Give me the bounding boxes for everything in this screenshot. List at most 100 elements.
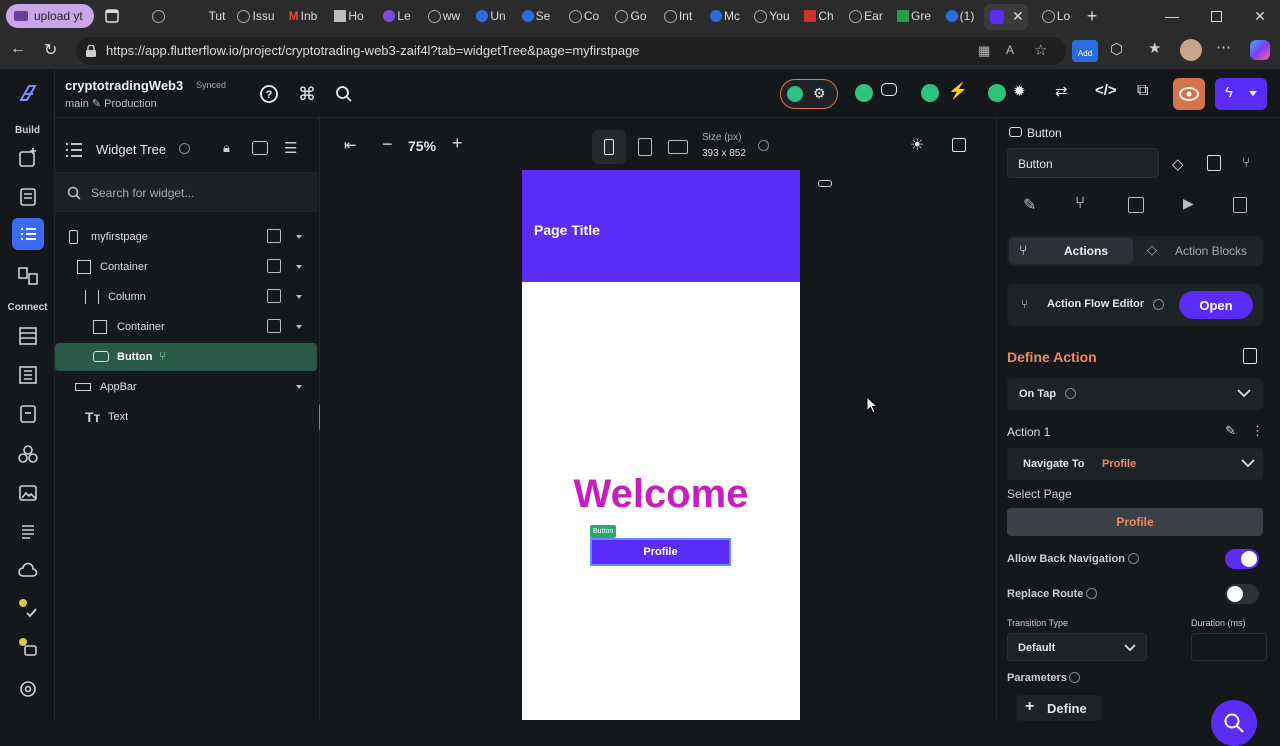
tab-active-flutterflow[interactable]: ✕: [984, 4, 1028, 30]
share-icon[interactable]: ⇄: [1055, 82, 1068, 100]
api-icon[interactable]: [17, 364, 39, 386]
tab-2[interactable]: M Inb: [283, 5, 323, 27]
external-link-icon[interactable]: ⧉: [1137, 82, 1148, 100]
add-child-icon[interactable]: [267, 229, 283, 245]
theme-icon[interactable]: [17, 443, 39, 465]
tab-action-blocks[interactable]: Action Blocks: [1175, 244, 1247, 258]
zoom-level[interactable]: 75%: [408, 138, 436, 154]
desktop-icon[interactable]: [668, 140, 688, 154]
media-icon[interactable]: [17, 482, 39, 504]
zoom-in-button[interactable]: +: [452, 133, 463, 154]
info-icon[interactable]: [1128, 553, 1139, 564]
tablet-icon[interactable]: [638, 138, 652, 156]
device-phone-button[interactable]: [592, 130, 626, 164]
tab-1[interactable]: Issu: [236, 5, 276, 27]
close-window-button[interactable]: ✕: [1248, 5, 1272, 27]
copilot-icon[interactable]: [1250, 40, 1270, 60]
widget-name-field[interactable]: Button: [1007, 148, 1159, 178]
size-value[interactable]: 393 x 852: [702, 148, 746, 159]
filter-icon[interactable]: ☰: [284, 139, 297, 157]
tab-actions-icon[interactable]: [100, 5, 124, 27]
tab-6[interactable]: Un: [470, 5, 512, 27]
lightning-icon[interactable]: ⚡: [948, 81, 968, 101]
open-button[interactable]: Open: [1179, 291, 1253, 319]
caret-down-icon[interactable]: [296, 235, 302, 239]
page-title[interactable]: Page Title: [534, 222, 600, 238]
lock-icon[interactable]: 🔒︎: [223, 140, 230, 156]
define-parameters-button[interactable]: + Define: [1017, 695, 1101, 721]
help-button[interactable]: ?: [255, 80, 283, 108]
favorites-icon[interactable]: ★: [1148, 39, 1161, 57]
tab-14[interactable]: Ear: [844, 5, 888, 27]
storyboard-icon[interactable]: [17, 265, 39, 287]
tab-9[interactable]: Go: [610, 5, 652, 27]
custom-code-icon[interactable]: [17, 521, 39, 543]
info-icon[interactable]: [1069, 672, 1080, 683]
avatar[interactable]: [1180, 39, 1202, 61]
caret-down-icon[interactable]: [296, 265, 302, 269]
tab-0[interactable]: Tut: [198, 5, 234, 27]
replace-route-toggle[interactable]: [1225, 584, 1259, 604]
select-page-dropdown[interactable]: Profile: [1007, 508, 1263, 536]
gem-icon[interactable]: ◇: [1172, 155, 1184, 173]
chat-icon[interactable]: [881, 83, 899, 101]
code-icon[interactable]: </>: [1095, 82, 1117, 99]
flows-toggle[interactable]: ⚙: [780, 79, 838, 109]
caret-down-icon[interactable]: [296, 325, 302, 329]
add-child-icon[interactable]: [267, 319, 283, 335]
project-name[interactable]: cryptotradingWeb3: [65, 78, 183, 93]
branch-label[interactable]: main ✎ Production: [65, 97, 157, 110]
database-icon[interactable]: [17, 325, 39, 347]
properties-tab-icon[interactable]: ✎: [1023, 195, 1036, 215]
welcome-text[interactable]: Welcome: [522, 472, 800, 517]
tab-7[interactable]: Se: [516, 5, 556, 27]
url-field[interactable]: https://app.flutterflow.io/project/crypt…: [76, 37, 1066, 65]
tab-upload-yt[interactable]: upload yt: [6, 4, 94, 28]
tree-node-myfirstpage[interactable]: myfirstpage: [55, 223, 317, 251]
docs-icon[interactable]: [1233, 197, 1247, 213]
tab-18[interactable]: Lo: [1034, 5, 1078, 27]
grid-icon[interactable]: ▦: [978, 43, 990, 59]
maximize-button[interactable]: [1204, 5, 1228, 27]
extension-add[interactable]: Add: [1072, 40, 1098, 62]
add-page-icon[interactable]: [17, 147, 39, 169]
tab-4[interactable]: Le: [376, 5, 418, 27]
search-button[interactable]: [330, 80, 358, 108]
tab-16[interactable]: (1): [940, 5, 980, 27]
star-icon[interactable]: ☆: [1034, 41, 1047, 59]
add-component-icon[interactable]: [1207, 155, 1221, 171]
transition-type-dropdown[interactable]: Default: [1007, 633, 1147, 661]
info-icon[interactable]: [1086, 588, 1097, 599]
tree-icon[interactable]: ⑂: [1242, 154, 1250, 170]
info-icon[interactable]: [179, 143, 190, 154]
more-icon[interactable]: ⋯: [1216, 38, 1231, 56]
tree-node-text[interactable]: Tт Text: [55, 403, 317, 431]
tab-globe-1[interactable]: [146, 5, 170, 27]
backend-query-icon[interactable]: [1128, 197, 1144, 213]
run-button[interactable]: ϟ: [1215, 78, 1267, 110]
navigate-to-action[interactable]: Navigate To Profile: [1007, 448, 1263, 480]
add-child-icon[interactable]: [267, 259, 283, 275]
tab-12[interactable]: You: [750, 5, 794, 27]
tab-3[interactable]: Ho: [329, 5, 369, 27]
widget-search[interactable]: Search for widget...: [55, 172, 317, 212]
flutterflow-logo-icon[interactable]: [17, 82, 39, 104]
read-aloud-icon[interactable]: A: [1006, 43, 1014, 57]
extensions-icon[interactable]: ⬡: [1110, 40, 1123, 58]
testing-icon[interactable]: [17, 597, 39, 619]
tab-13[interactable]: Ch: [798, 5, 840, 27]
duration-input[interactable]: [1191, 633, 1267, 661]
info-icon[interactable]: [1153, 299, 1164, 310]
minimize-button[interactable]: —: [1160, 5, 1184, 27]
add-child-icon[interactable]: [267, 289, 283, 305]
notes-icon[interactable]: [1243, 348, 1257, 364]
close-tab-icon[interactable]: ✕: [1012, 8, 1024, 25]
agents-icon[interactable]: [17, 636, 39, 658]
tree-node-button[interactable]: Button ⑂: [55, 343, 317, 371]
tab-10[interactable]: Int: [657, 5, 699, 27]
animation-icon[interactable]: ▶: [1183, 195, 1194, 212]
reload-icon[interactable]: ↻: [44, 40, 57, 60]
tree-node-container[interactable]: Container: [55, 253, 317, 281]
collapse-panel-icon[interactable]: ⇤: [344, 136, 357, 154]
preview-button[interactable]: [1173, 78, 1205, 110]
